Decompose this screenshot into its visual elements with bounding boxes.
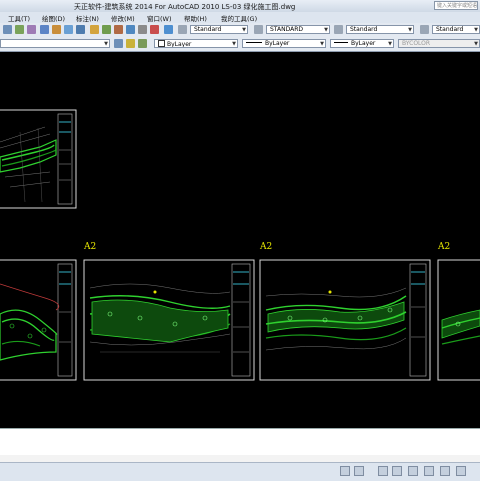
markup-icon[interactable]: [138, 25, 147, 34]
plotstyle-select: BYCOLOR ▼: [398, 39, 480, 48]
clean-screen-icon[interactable]: [456, 466, 466, 476]
help-icon[interactable]: [164, 25, 173, 34]
sheet-frame-1: [0, 259, 77, 381]
multileader-style-icon: [420, 25, 429, 34]
menu-draw[interactable]: 绘图(D): [42, 13, 65, 23]
annotation-scale-icon[interactable]: [408, 466, 418, 476]
model-space-icon[interactable]: [340, 466, 350, 476]
status-bar: [0, 462, 480, 481]
lineweight-select[interactable]: ByLayer ▼: [330, 39, 394, 48]
layer-isolate-icon[interactable]: [138, 39, 147, 48]
pan-icon[interactable]: [378, 466, 388, 476]
menu-window[interactable]: 窗口(W): [147, 13, 172, 23]
zoom-window-icon[interactable]: [64, 25, 73, 34]
properties-icon[interactable]: [90, 25, 99, 34]
multileader-style-select[interactable]: Standard ▼: [432, 25, 480, 34]
open-icon[interactable]: [15, 25, 24, 34]
layer-state-icon[interactable]: [114, 39, 123, 48]
table-style-icon: [334, 25, 343, 34]
sheet-label: A2: [84, 242, 97, 252]
dim-style-select[interactable]: STANDARD ▼: [266, 25, 330, 34]
menu-my-tools[interactable]: 我的工具(G): [221, 13, 257, 23]
sheet-set-icon[interactable]: [126, 25, 135, 34]
layer-select[interactable]: ▼: [0, 39, 110, 48]
save-icon[interactable]: [27, 25, 36, 34]
text-style-icon: [178, 25, 187, 34]
menu-dimension[interactable]: 标注(N): [76, 13, 99, 23]
sheet-frame-overview: [0, 109, 77, 209]
standard-toolbar: Standard ▼ STANDARD ▼ Standard ▼ Standard ▼: [0, 23, 480, 38]
design-center-icon[interactable]: [102, 25, 111, 34]
tool-palette-icon[interactable]: [114, 25, 123, 34]
quickcalc-icon[interactable]: [150, 25, 159, 34]
text-style-select[interactable]: Standard ▼: [190, 25, 248, 34]
sheet-label: A2: [260, 242, 273, 252]
table-style-select[interactable]: Standard ▼: [346, 25, 414, 34]
search-input[interactable]: 键入关键字或短语: [434, 1, 478, 10]
drawing-canvas[interactable]: A2 A2 A2: [0, 52, 480, 428]
zoom-icon[interactable]: [392, 466, 402, 476]
linetype-select[interactable]: ByLayer ▼: [242, 39, 326, 48]
sheet-frame-3: [259, 259, 431, 381]
new-icon[interactable]: [3, 25, 12, 34]
window-title: 天正软件-建筑系统 2014 For AutoCAD 2010 LS-03 绿化…: [74, 3, 296, 11]
zoom-realtime-icon[interactable]: [52, 25, 61, 34]
menu-tools[interactable]: 工具(T): [8, 13, 30, 23]
menu-modify[interactable]: 修改(M): [111, 13, 135, 23]
dim-style-icon: [254, 25, 263, 34]
sheet-frame-2: [83, 259, 255, 381]
properties-toolbar: ▼ ByLayer ▼ ByLayer ▼ ByLayer ▼ BYCOLOR ▼: [0, 37, 480, 52]
command-line[interactable]: [0, 428, 480, 455]
sheet-frame-4: [437, 259, 480, 381]
model-space: [0, 109, 480, 381]
lock-icon[interactable]: [440, 466, 450, 476]
zoom-previous-icon[interactable]: [76, 25, 85, 34]
layer-previous-icon[interactable]: [126, 39, 135, 48]
pan-icon[interactable]: [40, 25, 49, 34]
workspace-icon[interactable]: [424, 466, 434, 476]
layout-icon[interactable]: [354, 466, 364, 476]
sheet-label: A2: [438, 242, 451, 252]
color-select[interactable]: ByLayer ▼: [154, 39, 238, 48]
menu-help[interactable]: 帮助(H): [184, 13, 207, 23]
